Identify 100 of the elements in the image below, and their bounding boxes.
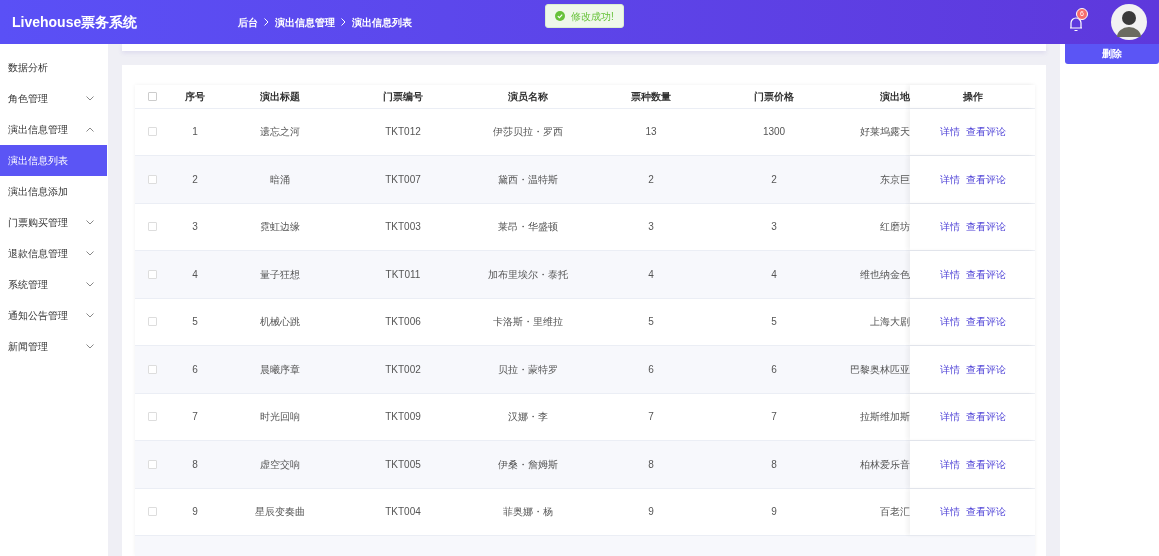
table-cell-text: 东京巨 (880, 172, 910, 187)
row-checkbox[interactable] (148, 364, 157, 374)
table-cell-text: 黛西・温特斯 (498, 172, 558, 187)
column-header: 门票价格 (754, 89, 794, 104)
sidebar-item[interactable]: 门票购买管理 (0, 207, 108, 238)
row-checkbox[interactable] (148, 507, 157, 517)
action-link[interactable]: 查看评论 (965, 504, 1006, 520)
avatar[interactable] (1111, 4, 1147, 40)
table-cell-text: TKT003 (385, 220, 421, 235)
table-cell-text: TKT006 (385, 315, 421, 330)
table-cell-text: 加布里埃尔・泰托 (488, 267, 568, 282)
action-link[interactable]: 详情 (939, 124, 960, 140)
breadcrumb-link[interactable]: 演出信息列表 (352, 14, 412, 30)
table-cell-text: 遗忘之河 (260, 125, 300, 140)
chevron-icon (264, 18, 269, 26)
table-cell-text: 3 (771, 220, 777, 235)
action-link[interactable]: 查看评论 (965, 171, 1006, 187)
chevron-icon (86, 344, 94, 349)
sidebar-item[interactable]: 演出信息管理 (0, 114, 108, 145)
table-cell-text: 卡洛斯・里维拉 (493, 315, 563, 330)
table-cell-text: 5 (192, 315, 198, 330)
select-all-checkbox[interactable] (148, 91, 157, 101)
sidebar-item[interactable]: 退款信息管理 (0, 238, 108, 269)
table-cell-text: 2 (648, 172, 654, 187)
table-cell-text: TKT007 (385, 172, 421, 187)
table-cell-text: 贝拉・蒙特罗 (498, 362, 558, 377)
action-link[interactable]: 详情 (939, 456, 960, 472)
table-cell-text: TKT009 (385, 410, 421, 425)
table-cell-text: 7 (771, 410, 777, 425)
row-checkbox[interactable] (148, 127, 157, 137)
row-checkbox[interactable] (148, 222, 157, 232)
column-header: 演出标题 (260, 89, 300, 104)
table-cell-text: 机械心跳 (260, 315, 300, 330)
action-link[interactable]: 查看评论 (965, 219, 1006, 235)
table-cell-text: 巴黎奥林匹亚 (850, 362, 910, 377)
table-cell-text: 9 (771, 505, 777, 520)
action-link[interactable]: 详情 (939, 409, 960, 425)
row-checkbox[interactable] (148, 317, 157, 327)
bell-icon[interactable] (1069, 16, 1083, 32)
breadcrumb-link[interactable]: 后台 (238, 14, 258, 30)
row-checkbox[interactable] (148, 174, 157, 184)
column-header: 序号 (185, 89, 205, 104)
sidebar-item[interactable]: 演出信息添加 (0, 176, 108, 207)
table-cell-text: 9 (648, 505, 654, 520)
table-cell-text: 13 (645, 125, 657, 140)
breadcrumb-link[interactable]: 演出信息管理 (275, 14, 335, 30)
sidebar-item[interactable]: 系统管理 (0, 269, 108, 300)
action-link[interactable]: 查看评论 (965, 124, 1006, 140)
table-cell-text: 时光回响 (260, 410, 300, 425)
action-link[interactable]: 详情 (939, 314, 960, 330)
sidebar-item[interactable]: 通知公告管理 (0, 300, 108, 331)
table-cell-text: 4 (771, 267, 777, 282)
table-cell-text: 4 (192, 267, 198, 282)
table-cell-text: 5 (648, 315, 654, 330)
chevron-icon (86, 282, 94, 287)
app-title: Livehouse票务系统 (12, 12, 139, 32)
table-cell-text: 好莱坞露天 (860, 125, 910, 140)
action-link[interactable]: 详情 (939, 504, 960, 520)
table-cell-text: 2 (771, 172, 777, 187)
table-cell-text: TKT004 (385, 505, 421, 520)
row-checkbox[interactable] (148, 412, 157, 422)
table-cell-text: 拉斯维加斯 (860, 410, 910, 425)
table-cell-text: 9 (192, 505, 198, 520)
delete-button[interactable]: 删除 (1065, 44, 1159, 64)
sidebar-item[interactable]: 数据分析 (0, 52, 108, 83)
table-cell-text: 伊桑・詹姆斯 (498, 457, 558, 472)
table-cell-text: 4 (648, 267, 654, 282)
table-cell-text: 上海大剧 (870, 315, 910, 330)
toast-message: 修改成功! (571, 9, 614, 24)
table-cell-text: 暗涌 (270, 172, 290, 187)
table-cell-text: 柏林爱乐音 (860, 457, 910, 472)
table-cell-text: 伊莎贝拉・罗西 (493, 125, 563, 140)
table-cell-text: 量子狂想 (260, 267, 300, 282)
action-link[interactable]: 查看评论 (965, 456, 1006, 472)
action-link[interactable]: 查看评论 (965, 266, 1006, 282)
action-link[interactable]: 详情 (939, 361, 960, 377)
table-cell-text: 虚空交响 (260, 457, 300, 472)
table-cell-text: 霓虹边缘 (260, 220, 300, 235)
table-cell-text: 3 (648, 220, 654, 235)
table-cell-text: TKT005 (385, 457, 421, 472)
sidebar-item[interactable]: 演出信息列表 (0, 145, 107, 176)
column-header: 演出地 (880, 89, 910, 104)
column-header: 票种数量 (631, 89, 671, 104)
sidebar-item[interactable]: 角色管理 (0, 83, 108, 114)
action-link[interactable]: 查看评论 (965, 314, 1006, 330)
table-cell-text: 7 (192, 410, 198, 425)
sidebar-item[interactable]: 新闻管理 (0, 331, 108, 362)
table-cell-text: 莱昂・华盛顿 (498, 220, 558, 235)
table-cell-text: 汉娜・李 (508, 410, 548, 425)
action-link[interactable]: 详情 (939, 266, 960, 282)
chevron-icon (86, 220, 94, 225)
table-cell-text: 6 (771, 362, 777, 377)
row-checkbox[interactable] (148, 459, 157, 469)
action-link[interactable]: 查看评论 (965, 409, 1006, 425)
table-cell-text: 6 (648, 362, 654, 377)
action-link[interactable]: 详情 (939, 171, 960, 187)
action-link[interactable]: 查看评论 (965, 361, 1006, 377)
action-link[interactable]: 详情 (939, 219, 960, 235)
row-checkbox[interactable] (148, 269, 157, 279)
table-cell-text: 菲奥娜・杨 (503, 505, 553, 520)
